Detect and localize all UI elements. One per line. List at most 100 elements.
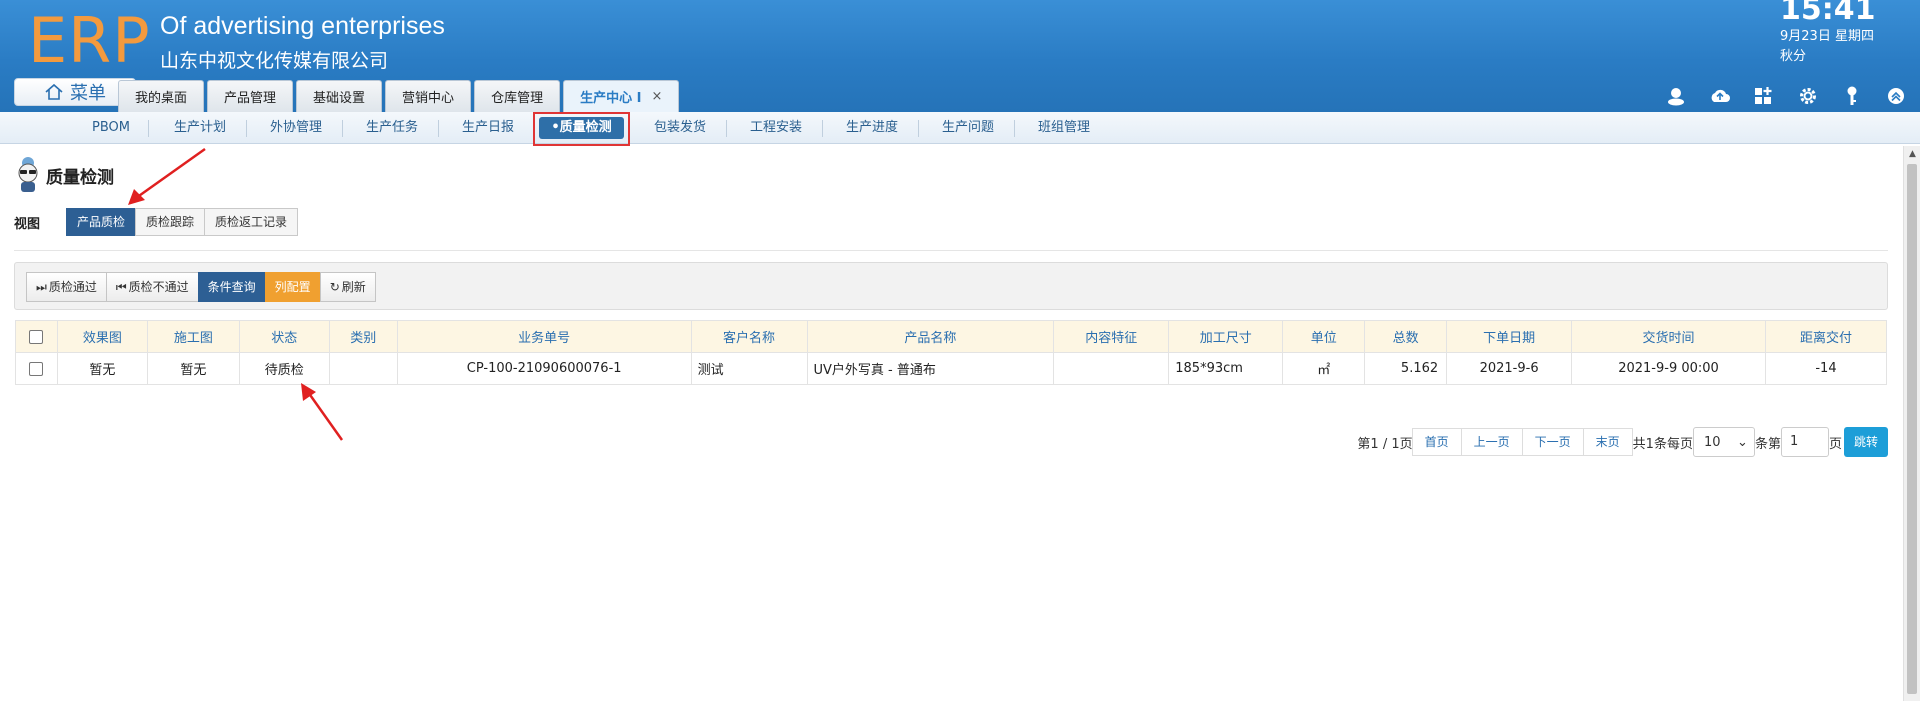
order-date-cell: 2021-9-6 xyxy=(1446,352,1573,385)
column-header[interactable]: 交货时间 xyxy=(1571,320,1766,353)
page-header: 质量检测 xyxy=(14,156,114,194)
column-header[interactable]: 类别 xyxy=(328,320,398,353)
refresh-icon: ↻ xyxy=(329,280,340,294)
vertical-scrollbar[interactable]: ▲ xyxy=(1903,146,1920,701)
view-product-inspection-button[interactable]: 产品质检 xyxy=(66,208,137,236)
column-header[interactable]: 状态 xyxy=(238,320,330,353)
subnav-daily-report[interactable]: 生产日报 xyxy=(448,117,528,139)
condition-query-button[interactable]: 条件查询 xyxy=(197,272,266,302)
annotation-arrow-view xyxy=(128,147,206,205)
content-cell xyxy=(1053,352,1170,385)
table-row[interactable]: 暂无 暂无 待质检 CP-100-21090600076-1 测试 UV户外写真… xyxy=(15,352,1888,385)
toolbar: ⏭ 质检通过 ⏮ 质检不通过 条件查询 列配置 ↻ 刷新 xyxy=(14,262,1888,310)
select-all-checkbox[interactable] xyxy=(29,329,44,344)
view-button-group: 产品质检 质检跟踪 质检返工记录 xyxy=(66,208,299,236)
subnav-packing-shipping[interactable]: 包装发货 xyxy=(640,117,720,139)
subnav-divider xyxy=(822,120,823,137)
tab-production-center[interactable]: 生产中心 I × xyxy=(563,80,680,112)
collapse-up-icon[interactable] xyxy=(1884,84,1908,108)
column-header[interactable]: 效果图 xyxy=(56,320,148,353)
tab-production-center-label: 生产中心 I xyxy=(580,91,642,106)
cloud-upload-icon[interactable] xyxy=(1708,84,1732,108)
pass-inspection-button[interactable]: ⏭ 质检通过 xyxy=(26,272,107,302)
subnav-divider xyxy=(918,120,919,137)
fail-inspection-button[interactable]: ⏮ 质检不通过 xyxy=(105,272,199,302)
total-records-text: 共1条每页 xyxy=(1632,436,1693,452)
clock-date: 9月23日 星期四 xyxy=(1780,29,1874,44)
column-header[interactable]: 业务单号 xyxy=(396,320,692,353)
subnav-progress[interactable]: 生产进度 xyxy=(832,117,912,139)
pass-inspection-label: 质检通过 xyxy=(48,280,97,294)
row-select-cell[interactable] xyxy=(15,352,58,385)
first-page-button[interactable]: 首页 xyxy=(1411,428,1462,456)
view-switcher: 视图 产品质检 质检跟踪 质检返工记录 xyxy=(14,208,299,236)
erp-logo: ERP xyxy=(28,4,151,77)
subnav-pbom[interactable]: PBOM xyxy=(80,117,142,139)
page-size-value: 10 xyxy=(1703,434,1721,450)
fast-forward-icon: ⏭ xyxy=(36,280,47,294)
scroll-up-icon[interactable]: ▲ xyxy=(1904,146,1920,162)
column-header[interactable]: 加工尺寸 xyxy=(1168,320,1284,353)
subnav-divider xyxy=(438,120,439,137)
page-size-select[interactable]: 10 ⌄ xyxy=(1692,427,1755,457)
subnav-divider xyxy=(342,120,343,137)
subnav-issues[interactable]: 生产问题 xyxy=(928,117,1008,139)
subnav-divider xyxy=(726,120,727,137)
mascot-icon xyxy=(18,157,38,192)
tab-my-desktop[interactable]: 我的桌面 xyxy=(118,80,205,112)
select-all-cell[interactable] xyxy=(15,320,58,353)
page-title: 质量检测 xyxy=(46,167,114,188)
scrollbar-thumb[interactable] xyxy=(1907,164,1917,694)
order-number-link[interactable]: CP-100-21090600076-1 xyxy=(396,352,692,385)
last-page-button[interactable]: 末页 xyxy=(1582,428,1633,456)
column-header[interactable]: 施工图 xyxy=(146,320,240,353)
company-name-cn: 山东中视文化传媒有限公司 xyxy=(160,50,389,72)
subnav-outsourcing[interactable]: 外协管理 xyxy=(256,117,336,139)
fast-backward-icon: ⏮ xyxy=(115,280,127,294)
column-header[interactable]: 单位 xyxy=(1282,320,1366,353)
column-config-button[interactable]: 列配置 xyxy=(264,272,321,302)
status-cell[interactable]: 待质检 xyxy=(238,352,330,385)
subnav-team-management[interactable]: 班组管理 xyxy=(1024,117,1104,139)
subnav-production-tasks[interactable]: 生产任务 xyxy=(352,117,432,139)
row-checkbox[interactable] xyxy=(29,361,44,376)
tab-warehouse-management[interactable]: 仓库管理 xyxy=(474,80,561,112)
subnav-production-plan[interactable]: 生产计划 xyxy=(160,117,240,139)
solar-term: 秋分 xyxy=(1780,49,1807,64)
user-icon[interactable] xyxy=(1664,84,1688,108)
home-icon xyxy=(45,83,63,100)
prev-page-button[interactable]: 上一页 xyxy=(1460,428,1523,456)
column-header[interactable]: 下单日期 xyxy=(1446,320,1573,353)
column-header[interactable]: 总数 xyxy=(1364,320,1448,353)
company-name-en: Of advertising enterprises xyxy=(160,12,445,40)
page-info: 第1 / 1页 xyxy=(1357,436,1413,452)
table-header-row: 效果图 施工图 状态 类别 业务单号 客户名称 产品名称 内容特征 加工尺寸 单… xyxy=(15,320,1888,353)
subnav-installation[interactable]: 工程安装 xyxy=(736,117,816,139)
close-icon[interactable]: × xyxy=(651,89,662,104)
view-rework-records-button[interactable]: 质检返工记录 xyxy=(204,208,299,236)
gear-icon[interactable] xyxy=(1796,84,1820,108)
refresh-button[interactable]: ↻ 刷新 xyxy=(319,272,376,302)
fail-inspection-label: 质检不通过 xyxy=(128,280,189,294)
column-header[interactable]: 客户名称 xyxy=(690,320,808,353)
toolbar-button-group: ⏭ 质检通过 ⏮ 质检不通过 条件查询 列配置 ↻ 刷新 xyxy=(26,272,376,302)
annotation-arrow-status xyxy=(301,383,344,441)
add-widget-icon[interactable] xyxy=(1752,84,1776,108)
tab-basic-settings[interactable]: 基础设置 xyxy=(296,80,383,112)
column-header[interactable]: 产品名称 xyxy=(806,320,1055,353)
header-icon-bar xyxy=(1664,84,1908,108)
column-header[interactable]: 内容特征 xyxy=(1053,320,1170,353)
clock-time: 15:41 xyxy=(1780,0,1876,27)
key-icon[interactable] xyxy=(1840,84,1864,108)
construction-image-cell: 暂无 xyxy=(146,352,240,385)
tab-marketing-center[interactable]: 营销中心 xyxy=(385,80,472,112)
effect-image-cell: 暂无 xyxy=(56,352,148,385)
customer-cell: 测试 xyxy=(690,352,808,385)
tab-product-management[interactable]: 产品管理 xyxy=(207,80,294,112)
jump-button[interactable]: 跳转 xyxy=(1843,427,1888,457)
column-header[interactable]: 距离交付 xyxy=(1764,320,1888,353)
jump-page-input[interactable]: 1 xyxy=(1780,427,1829,457)
view-inspection-tracking-button[interactable]: 质检跟踪 xyxy=(135,208,206,236)
subnav-divider xyxy=(1014,120,1015,137)
next-page-button[interactable]: 下一页 xyxy=(1521,428,1584,456)
